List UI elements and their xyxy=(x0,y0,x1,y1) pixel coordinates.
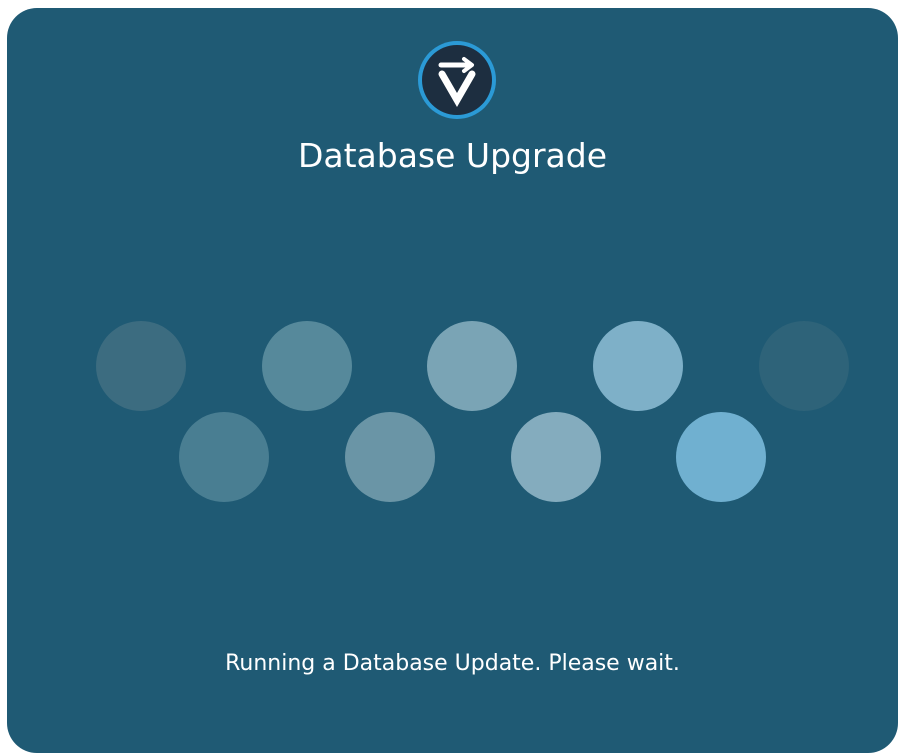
loader-dot xyxy=(427,321,517,411)
loading-dots-icon xyxy=(7,8,898,753)
loader-dot xyxy=(759,321,849,411)
database-upgrade-dialog: Database Upgrade Running a Database Upda… xyxy=(7,8,898,753)
loader-dot xyxy=(676,412,766,502)
status-message: Running a Database Update. Please wait. xyxy=(225,651,680,676)
loader-dot xyxy=(511,412,601,502)
loader-dot xyxy=(593,321,683,411)
loader-dot xyxy=(345,412,435,502)
loader-dot xyxy=(96,321,186,411)
loader-dot xyxy=(262,321,352,411)
loader-dot xyxy=(179,412,269,502)
